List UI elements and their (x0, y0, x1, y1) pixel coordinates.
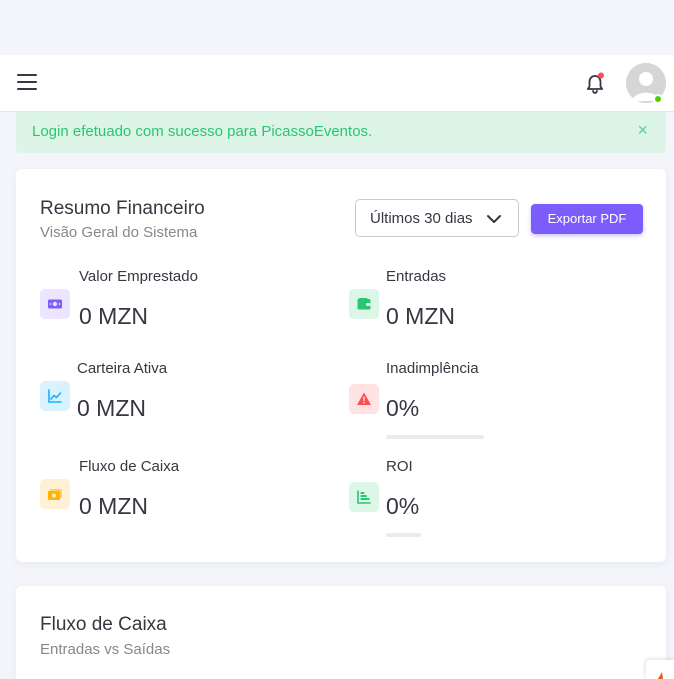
online-status-dot (653, 94, 663, 104)
card-subtitle: Visão Geral do Sistema (40, 224, 198, 241)
stat-value-roi: 0% (386, 493, 420, 519)
chart-line-icon (40, 381, 70, 411)
success-alert: Login efetuado com sucesso para PicassoE… (16, 112, 666, 153)
close-icon[interactable]: × (637, 121, 648, 139)
floating-tool-icon[interactable] (646, 660, 674, 679)
bar-chart-icon (349, 482, 379, 512)
card-title: Fluxo de Caixa (40, 614, 167, 635)
default-progress-bar (386, 435, 484, 439)
roi-progress-bar (386, 533, 421, 537)
alert-triangle-icon (349, 384, 379, 414)
stat-label-portfolio: Carteira Ativa (77, 360, 168, 377)
wallet-icon (349, 289, 379, 319)
chevron-down-icon (486, 212, 502, 224)
cash-icon (40, 479, 70, 509)
card-subtitle: Entradas vs Saídas (40, 641, 171, 658)
money-icon (40, 289, 70, 319)
stat-value-income: 0 MZN (386, 303, 455, 329)
alert-message: Login efetuado com sucesso para PicassoE… (32, 123, 373, 140)
menu-icon[interactable] (17, 74, 37, 92)
stat-value-cashflow: 0 MZN (79, 493, 148, 519)
stat-value-loaned: 0 MZN (79, 303, 148, 329)
stat-label-income: Entradas (386, 268, 447, 285)
stat-value-default: 0% (386, 395, 420, 421)
stat-label-default: Inadimplência (386, 360, 479, 377)
bell-icon[interactable] (583, 72, 607, 96)
period-select[interactable]: Últimos 30 dias (355, 199, 519, 237)
financial-summary-card: Resumo Financeiro Visão Geral do Sistema… (16, 169, 666, 562)
stat-value-portfolio: 0 MZN (77, 395, 146, 421)
cashflow-card: Fluxo de Caixa Entradas vs Saídas (16, 586, 666, 679)
export-pdf-button[interactable]: Exportar PDF (531, 204, 643, 234)
period-select-value: Últimos 30 dias (370, 210, 473, 227)
stat-label-cashflow: Fluxo de Caixa (79, 458, 180, 475)
card-title: Resumo Financeiro (40, 198, 205, 219)
stat-label-roi: ROI (386, 458, 413, 475)
stat-label-loaned: Valor Emprestado (79, 268, 198, 285)
top-navbar (0, 55, 674, 112)
